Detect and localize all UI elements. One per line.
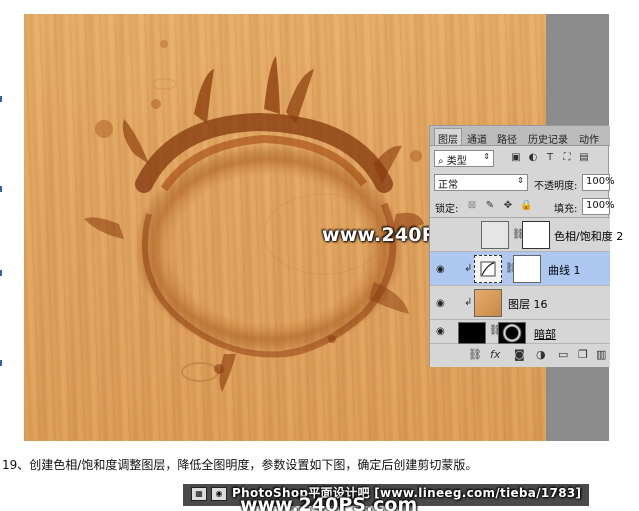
move-icon[interactable]: ✥: [502, 200, 514, 211]
eye-icon[interactable]: ◉: [436, 298, 445, 309]
fx-icon[interactable]: fx: [490, 348, 500, 361]
opacity-label: 不透明度:: [534, 181, 578, 192]
fill-label: 填充:: [554, 204, 578, 215]
tab-actions[interactable]: 动作: [576, 129, 602, 146]
opacity-input[interactable]: 100%: [582, 174, 615, 191]
brush-icon[interactable]: ✎: [484, 200, 496, 211]
new-layer-icon[interactable]: ❐: [578, 348, 588, 361]
shape-filter-icon[interactable]: ⛶: [561, 152, 573, 163]
lock-icon[interactable]: 🔒: [520, 200, 532, 211]
layers-panel: 图层 通道 路径 历史记录 动作 ⌕ 类型 ⇕ ▣ ◐ T ⛶ ▤ 正常 ⇕ 不…: [429, 125, 623, 367]
mask-thumb: [513, 255, 541, 283]
search-icon: ⌕: [438, 156, 444, 167]
filter-kind-label: 类型: [446, 156, 467, 167]
layer-row-hue-saturation[interactable]: ⛓ 色相/饱和度 2: [430, 218, 623, 252]
panel-tab-bar: 图层 通道 路径 历史记录 动作: [430, 126, 610, 146]
image-filter-icon[interactable]: ▣: [510, 152, 522, 163]
watermark-text-bottom: www.240PS.com: [240, 494, 418, 511]
layer-thumb: [458, 322, 486, 344]
type-filter-icon[interactable]: T: [544, 152, 556, 163]
adjustment-thumb: [481, 221, 509, 249]
curves-thumb: [474, 255, 502, 283]
filter-kind-select[interactable]: ⌕ 类型 ⇕: [434, 150, 494, 167]
grid-icon[interactable]: ▦: [191, 487, 207, 501]
camera-icon[interactable]: ◉: [211, 487, 227, 501]
clip-arrow-icon: ↲: [464, 263, 473, 274]
layer-name: 色相/饱和度 2: [554, 230, 624, 243]
step-caption: 19、创建色相/饱和度调整图层，降低全图明度，参数设置如下图，确定后创建剪切蒙版…: [2, 458, 478, 472]
layer-row-curves[interactable]: ◉ ↲ ⛓ 曲线 1: [430, 252, 610, 286]
lock-row: 锁定: ⊠ ✎ ✥ 🔒 填充: 100%: [430, 194, 615, 218]
fill-input[interactable]: 100%: [582, 198, 615, 215]
adjustment-icon[interactable]: ◑: [536, 348, 546, 361]
mask-thumb: [522, 221, 550, 249]
smart-object-filter-icon[interactable]: ▤: [578, 152, 590, 163]
adjustment-filter-icon[interactable]: ◐: [527, 152, 539, 163]
layer-name: 曲线 1: [548, 264, 581, 277]
tab-history[interactable]: 历史记录: [525, 129, 571, 146]
eye-icon[interactable]: ◉: [436, 326, 445, 337]
chevron-updown-icon: ⇕: [517, 176, 524, 185]
link-layers-icon[interactable]: ⛓: [468, 348, 482, 361]
tab-channels[interactable]: 通道: [464, 129, 490, 146]
layer-name: 图层 16: [508, 298, 548, 311]
edge-mark: [0, 360, 2, 366]
clip-arrow-icon: ↲: [464, 297, 473, 308]
layer-row-layer16[interactable]: ◉ ↲ 图层 16: [430, 286, 610, 320]
chevron-updown-icon: ⇕: [483, 152, 490, 161]
layer-thumb: [474, 289, 502, 317]
layer-filter-row: ⌕ 类型 ⇕ ▣ ◐ T ⛶ ▤: [430, 146, 610, 172]
lock-label: 锁定:: [435, 204, 459, 215]
layer-row-dark[interactable]: ◉ ⛓ 暗部: [430, 320, 610, 344]
mask-icon[interactable]: ◙: [514, 348, 525, 361]
lock-transparent-icon[interactable]: ⊠: [466, 200, 478, 211]
edge-mark: [0, 186, 2, 192]
mask-thumb: [498, 322, 526, 344]
blend-mode-value: 正常: [438, 180, 458, 191]
trash-icon[interactable]: ▥: [596, 348, 606, 361]
layer-name: 暗部: [534, 328, 556, 341]
panel-footer: ⛓ fx ◙ ◑ ▭ ❐ ▥: [430, 344, 610, 367]
folder-icon[interactable]: ▭: [558, 348, 568, 361]
edge-mark: [0, 270, 2, 276]
edge-mark: [0, 96, 2, 102]
tab-layers[interactable]: 图层: [434, 128, 462, 146]
tab-paths[interactable]: 路径: [494, 129, 520, 146]
blend-row: 正常 ⇕ 不透明度: 100%: [430, 172, 615, 194]
eye-icon[interactable]: ◉: [436, 264, 445, 275]
blend-mode-select[interactable]: 正常 ⇕: [434, 174, 528, 191]
